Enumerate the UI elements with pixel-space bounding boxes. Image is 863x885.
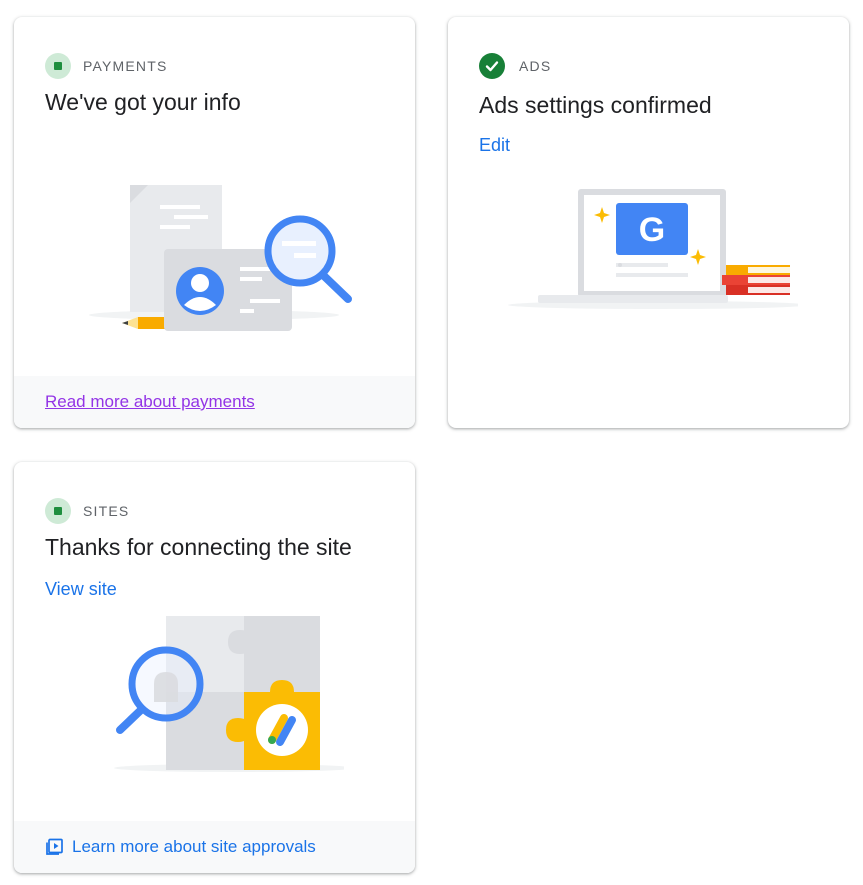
sites-card: SITES Thanks for connecting the site Vie… xyxy=(14,462,415,873)
sites-card-footer: Learn more about site approvals xyxy=(14,821,415,873)
payments-status-row: PAYMENTS xyxy=(45,53,168,79)
status-dot-icon xyxy=(45,498,71,524)
video-icon xyxy=(46,838,64,856)
payments-card: PAYMENTS We've got your info Read more a… xyxy=(14,17,415,428)
ads-status-row: ADS xyxy=(479,53,551,79)
google-g-icon: G xyxy=(639,211,665,249)
learn-more-site-approvals-label: Learn more about site approvals xyxy=(72,837,316,856)
sites-status-label: SITES xyxy=(83,503,130,519)
payments-card-footer: Read more about payments xyxy=(14,376,415,428)
payments-illustration xyxy=(89,185,352,331)
ads-card: ADS Ads settings confirmed Edit G xyxy=(448,17,849,428)
ads-illustration: G xyxy=(508,189,798,309)
learn-more-site-approvals-link[interactable]: Learn more about site approvals xyxy=(46,837,316,857)
sites-illustration xyxy=(114,616,344,772)
sites-card-title: Thanks for connecting the site xyxy=(45,534,352,560)
sites-status-row: SITES xyxy=(45,498,129,524)
read-more-payments-link[interactable]: Read more about payments xyxy=(45,392,255,412)
view-site-link[interactable]: View site xyxy=(45,579,117,600)
ads-card-title: Ads settings confirmed xyxy=(479,92,712,118)
payments-status-label: PAYMENTS xyxy=(83,58,168,74)
edit-ads-link[interactable]: Edit xyxy=(479,135,510,156)
status-dot-icon xyxy=(45,53,71,79)
payments-card-title: We've got your info xyxy=(45,89,241,115)
check-circle-icon xyxy=(479,53,505,79)
ads-status-label: ADS xyxy=(519,58,552,74)
